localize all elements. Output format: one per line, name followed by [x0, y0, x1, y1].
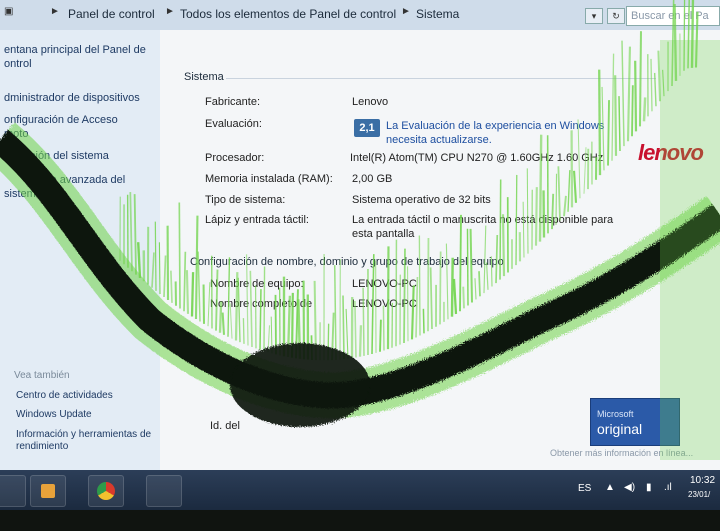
original-text: original — [597, 421, 643, 437]
section-divider — [226, 78, 656, 79]
volume-icon[interactable]: ◀) — [624, 482, 635, 493]
pen-touch-value: La entrada táctil o manuscrita no está d… — [352, 214, 614, 226]
clock-time[interactable]: 10:32 — [690, 475, 715, 486]
left-pane: entana principal del Panel de ontrol dmi… — [0, 30, 160, 470]
system-type-value: Sistema operativo de 32 bits — [352, 194, 491, 206]
product-id-label: Id. del — [210, 420, 240, 432]
rating-label: Evaluación: — [205, 118, 262, 130]
computer-name-section-title: Configuración de nombre, dominio y grupo… — [190, 256, 504, 268]
tray-arrow-icon[interactable]: ▲ — [605, 482, 615, 493]
language-indicator[interactable]: ES — [578, 483, 591, 494]
clock-date[interactable]: 23/01/ — [688, 490, 710, 499]
advanced-settings-link[interactable]: ión avanzada del — [42, 174, 125, 186]
start-button[interactable] — [0, 475, 26, 507]
full-name-value: LENOVO-PC — [352, 298, 417, 310]
address-bar: ▣ ► Panel de control ► Todos los element… — [0, 0, 720, 31]
network-icon[interactable]: .ıl — [664, 482, 672, 493]
wei-score-badge[interactable]: 2,1 — [354, 119, 380, 137]
more-info-link[interactable]: Obtener más información en línea... — [550, 448, 693, 458]
refresh-icon[interactable]: ↻ — [607, 8, 625, 24]
wei-link-cont[interactable]: necesita actualizarse. — [386, 134, 492, 146]
pen-touch-label: Lápiz y entrada táctil: — [205, 214, 309, 226]
main-pane: Sistema Fabricante: Lenovo Evaluación: 2… — [160, 30, 720, 470]
system-type-label: Tipo de sistema: — [205, 194, 286, 206]
performance-info-link-cont[interactable]: rendimiento — [16, 441, 68, 452]
screen: ▣ ► Panel de control ► Todos los element… — [0, 0, 720, 531]
breadcrumb-control-panel[interactable]: Panel de control — [68, 7, 155, 21]
folder-icon: ▣ — [4, 6, 14, 17]
breadcrumb-separator-icon: ► — [401, 6, 411, 17]
ram-label: Memoria instalada (RAM): — [205, 173, 333, 185]
breadcrumb-separator-icon: ► — [50, 6, 60, 17]
computer-name-value: LENOVO-PC — [352, 278, 417, 290]
dropdown-arrow-icon[interactable]: ▾ — [585, 8, 603, 24]
battery-icon[interactable]: ▮ — [646, 482, 652, 493]
computer-name-label: Nombre de equipo: — [210, 278, 304, 290]
media-player-icon[interactable] — [30, 475, 66, 507]
monitor-bezel — [0, 510, 720, 531]
manufacturer-label: Fabricante: — [205, 96, 261, 108]
breadcrumb-all-items[interactable]: Todos los elementos de Panel de control — [180, 7, 396, 21]
device-manager-link[interactable]: dministrador de dispositivos — [4, 92, 140, 104]
system-section-title: Sistema — [184, 71, 224, 83]
control-panel-home-link[interactable]: entana principal del Panel de — [4, 44, 146, 56]
remote-settings-link[interactable]: onfiguración de Acceso — [4, 114, 118, 126]
remote-settings-link-cont[interactable]: moto — [4, 128, 28, 140]
breadcrumb-system[interactable]: Sistema — [416, 7, 459, 21]
see-also-title: Vea también — [14, 370, 70, 381]
genuine-microsoft-badge[interactable]: Microsoft original — [590, 398, 680, 446]
control-panel-taskbar-icon[interactable] — [146, 475, 182, 507]
wei-link[interactable]: La Evaluación de la experiencia en Windo… — [386, 120, 604, 132]
manufacturer-value: Lenovo — [352, 96, 389, 108]
advanced-settings-link-cont[interactable]: sistema — [4, 188, 42, 200]
full-name-label: Nombre completo de — [210, 298, 313, 310]
action-center-link[interactable]: Centro de actividades — [16, 390, 113, 401]
windows-update-link[interactable]: Windows Update — [16, 409, 92, 420]
pen-touch-value-cont: esta pantalla — [352, 228, 415, 240]
lenovo-logo: lenovo — [638, 140, 704, 165]
chrome-icon[interactable] — [88, 475, 124, 507]
taskbar: ES ▲ ◀) ▮ .ıl 10:32 23/01/ — [0, 470, 720, 510]
control-panel-home-link-cont[interactable]: ontrol — [4, 58, 32, 70]
processor-label: Procesador: — [205, 152, 265, 164]
processor-value: Intel(R) Atom(TM) CPU N270 @ 1.60GHz 1.6… — [350, 152, 604, 164]
system-protection-link[interactable]: ción del sistema — [30, 150, 109, 162]
ram-value: 2,00 GB — [352, 173, 393, 185]
performance-info-link[interactable]: Información y herramientas de — [16, 429, 151, 440]
microsoft-text: Microsoft — [597, 409, 634, 419]
search-input[interactable]: Buscar en el Pa — [626, 6, 720, 26]
breadcrumb-separator-icon: ► — [165, 6, 175, 17]
